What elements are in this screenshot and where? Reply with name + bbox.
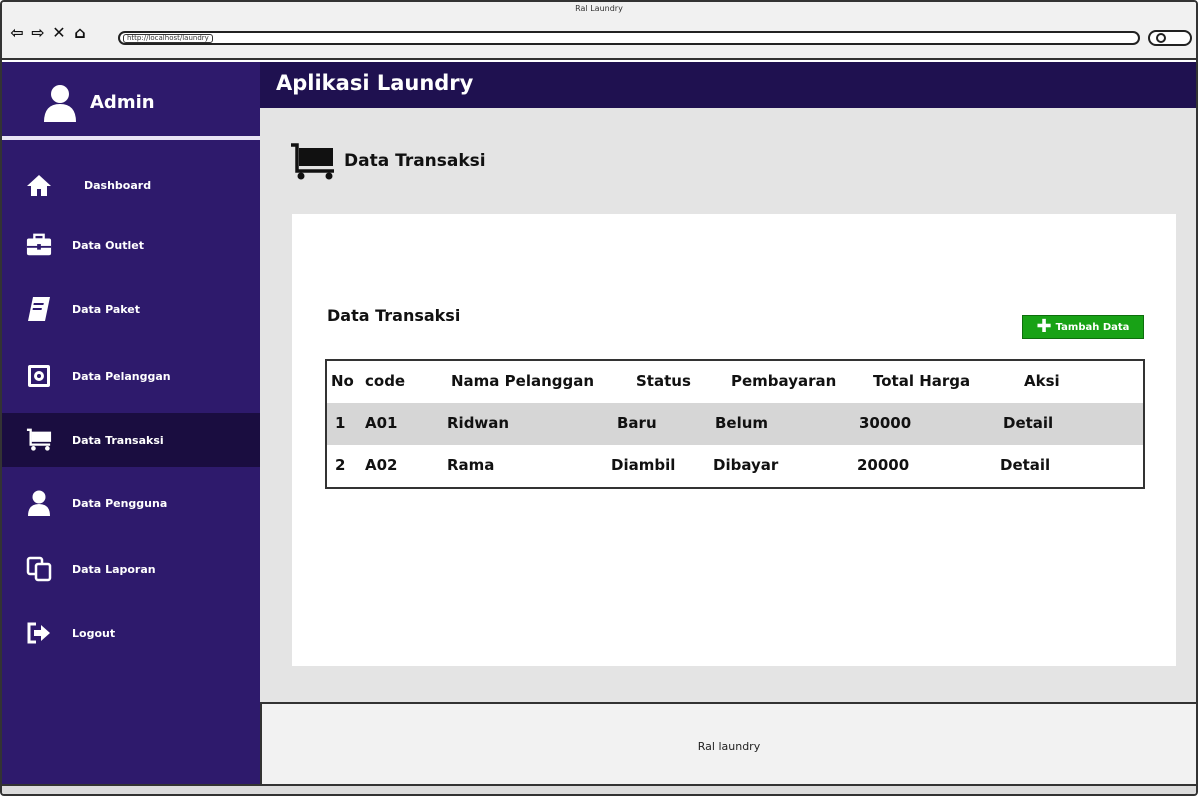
sidebar-item-label: Data Pelanggan — [72, 369, 171, 383]
url-text: http://localhost/laundry — [123, 34, 213, 43]
book-icon — [26, 296, 52, 322]
add-data-label: Tambah Data — [1055, 321, 1130, 333]
sidebar-item-data-pengguna[interactable]: Data Pengguna — [2, 476, 260, 530]
sidebar-item-data-pelanggan[interactable]: Data Pelanggan — [2, 349, 260, 403]
cell-pembayaran: Dibayar — [713, 456, 779, 474]
cell-status: Diambil — [611, 456, 676, 474]
sidebar-item-data-transaksi[interactable]: Data Transaksi — [2, 413, 260, 467]
cell-total-harga: 30000 — [859, 414, 912, 432]
browser-statusbar — [2, 784, 1196, 794]
transaction-table: No code Nama Pelanggan Status Pembayaran… — [325, 359, 1145, 489]
browser-window: Ral Laundry ⇦ ⇨ ✕ ⌂ http://localhost/lau… — [0, 0, 1198, 796]
page-footer: Ral laundry — [260, 702, 1196, 784]
home-icon — [26, 172, 52, 198]
cell-total-harga: 20000 — [857, 456, 910, 474]
sidebar-item-data-laporan[interactable]: Data Laporan — [2, 542, 260, 596]
main-content: Aplikasi Laundry Data Transaksi Data Tra… — [260, 62, 1196, 784]
sidebar-item-label: Logout — [72, 626, 116, 640]
browser-nav: ⇦ ⇨ ✕ ⌂ — [8, 24, 89, 42]
sidebar-user-label: Admin — [90, 92, 155, 113]
cell-status: Baru — [617, 414, 657, 432]
safe-icon — [26, 363, 52, 389]
col-header-aksi: Aksi — [1024, 372, 1060, 390]
address-bar[interactable]: http://localhost/laundry — [118, 31, 1140, 45]
sidebar-item-data-paket[interactable]: Data Paket — [2, 282, 260, 336]
search-icon — [1156, 33, 1166, 43]
window-title: Ral Laundry — [575, 4, 623, 13]
cell-code: A02 — [365, 456, 398, 474]
logout-icon — [26, 620, 52, 646]
col-header-pembayaran: Pembayaran — [731, 372, 837, 390]
sidebar-item-label: Data Outlet — [72, 238, 144, 252]
cart-icon — [26, 427, 52, 453]
sidebar: Admin Dashboard Data Outlet Data Paket D… — [2, 62, 260, 784]
table-row: 1 A01 Ridwan Baru Belum 30000 Detail — [327, 403, 1143, 445]
col-header-status: Status — [636, 372, 691, 390]
col-header-nama-pelanggan: Nama Pelanggan — [451, 372, 595, 390]
table-row: 2 A02 Rama Diambil Dibayar 20000 Detail — [327, 445, 1143, 487]
card-title: Data Transaksi — [327, 306, 461, 325]
sidebar-item-label: Dashboard — [84, 178, 152, 192]
page-heading: Data Transaksi — [290, 142, 486, 180]
cell-no: 1 — [335, 414, 346, 432]
page-title: Data Transaksi — [344, 151, 486, 171]
cell-code: A01 — [365, 414, 398, 432]
back-icon[interactable]: ⇦ — [8, 24, 26, 42]
user-avatar-icon — [44, 85, 76, 122]
sidebar-item-label: Data Pengguna — [72, 496, 168, 510]
footer-text: Ral laundry — [697, 740, 761, 753]
detail-link[interactable]: Detail — [1000, 456, 1050, 474]
transaction-card: Data Transaksi ✚ Tambah Data No code Nam… — [292, 214, 1176, 666]
search-button[interactable] — [1148, 30, 1192, 46]
col-header-code: code — [365, 372, 406, 390]
cart-icon — [291, 143, 334, 180]
cell-pembayaran: Belum — [715, 414, 769, 432]
sidebar-item-label: Data Paket — [72, 302, 140, 316]
sidebar-item-logout[interactable]: Logout — [2, 606, 260, 660]
home-icon[interactable]: ⌂ — [71, 24, 89, 42]
add-data-button[interactable]: ✚ Tambah Data — [1022, 315, 1144, 339]
table-header-row: No code Nama Pelanggan Status Pembayaran… — [327, 361, 1143, 403]
sidebar-divider — [2, 136, 260, 140]
app-header: Aplikasi Laundry — [260, 62, 1196, 108]
sidebar-item-label: Data Laporan — [72, 562, 156, 576]
briefcase-icon — [26, 232, 52, 258]
copy-icon — [26, 556, 52, 582]
col-header-total-harga: Total Harga — [873, 372, 971, 390]
plus-icon: ✚ — [1036, 316, 1052, 337]
sidebar-item-label: Data Transaksi — [72, 433, 164, 447]
col-header-no: No — [331, 372, 354, 390]
cell-nama-pelanggan: Rama — [447, 456, 495, 474]
browser-titlebar: Ral Laundry ⇦ ⇨ ✕ ⌂ http://localhost/lau… — [2, 2, 1196, 60]
sidebar-header: Admin — [2, 62, 260, 138]
forward-icon[interactable]: ⇨ — [29, 24, 47, 42]
sidebar-item-dashboard[interactable]: Dashboard — [2, 158, 260, 212]
sidebar-item-data-outlet[interactable]: Data Outlet — [2, 218, 260, 272]
app-title: Aplikasi Laundry — [276, 71, 474, 95]
cell-no: 2 — [335, 456, 346, 474]
user-icon — [26, 490, 52, 516]
cell-nama-pelanggan: Ridwan — [447, 414, 510, 432]
detail-link[interactable]: Detail — [1003, 414, 1053, 432]
stop-icon[interactable]: ✕ — [50, 24, 68, 42]
